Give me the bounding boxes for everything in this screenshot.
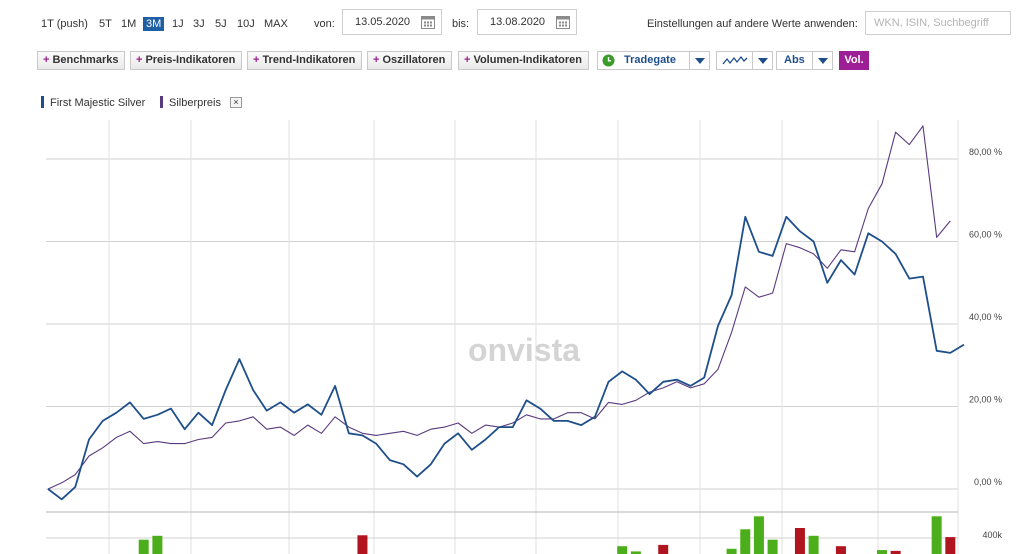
volume-bar: [876, 550, 887, 554]
volume-bars: [138, 516, 956, 554]
volume-bar: [945, 537, 956, 554]
volume-bar: [835, 546, 846, 554]
volume-bar: [617, 546, 628, 554]
volume-bar: [658, 544, 669, 554]
volume-bar: [740, 529, 751, 554]
y-tick-label: 40,00 %: [969, 312, 1002, 322]
y-axis-labels: 0,00 % 20,00 % 40,00 % 60,00 % 80,00 % 400k: [969, 147, 1003, 540]
y-tick-label: 20,00 %: [969, 395, 1002, 405]
price-chart: onvista 0,00 % 20,00 % 40,00 % 60,00 % 80,00…: [46, 120, 1003, 554]
volume-bar: [357, 535, 368, 554]
volume-scale-label: 400k: [982, 530, 1002, 540]
volume-bar: [152, 535, 163, 554]
volume-bar: [931, 516, 942, 554]
y-tick-label: 80,00 %: [969, 147, 1002, 157]
y-tick-label: 60,00 %: [969, 230, 1002, 240]
volume-bar: [753, 516, 764, 554]
volume-bar: [138, 539, 149, 554]
volume-bar: [794, 528, 805, 554]
watermark: onvista: [468, 332, 580, 368]
volume-bar: [726, 548, 737, 554]
y-tick-label: 0,00 %: [974, 477, 1002, 487]
volume-bar: [767, 539, 778, 554]
series-lines: [47, 125, 965, 501]
volume-bar: [808, 535, 819, 554]
series-line-2: [47, 125, 951, 490]
